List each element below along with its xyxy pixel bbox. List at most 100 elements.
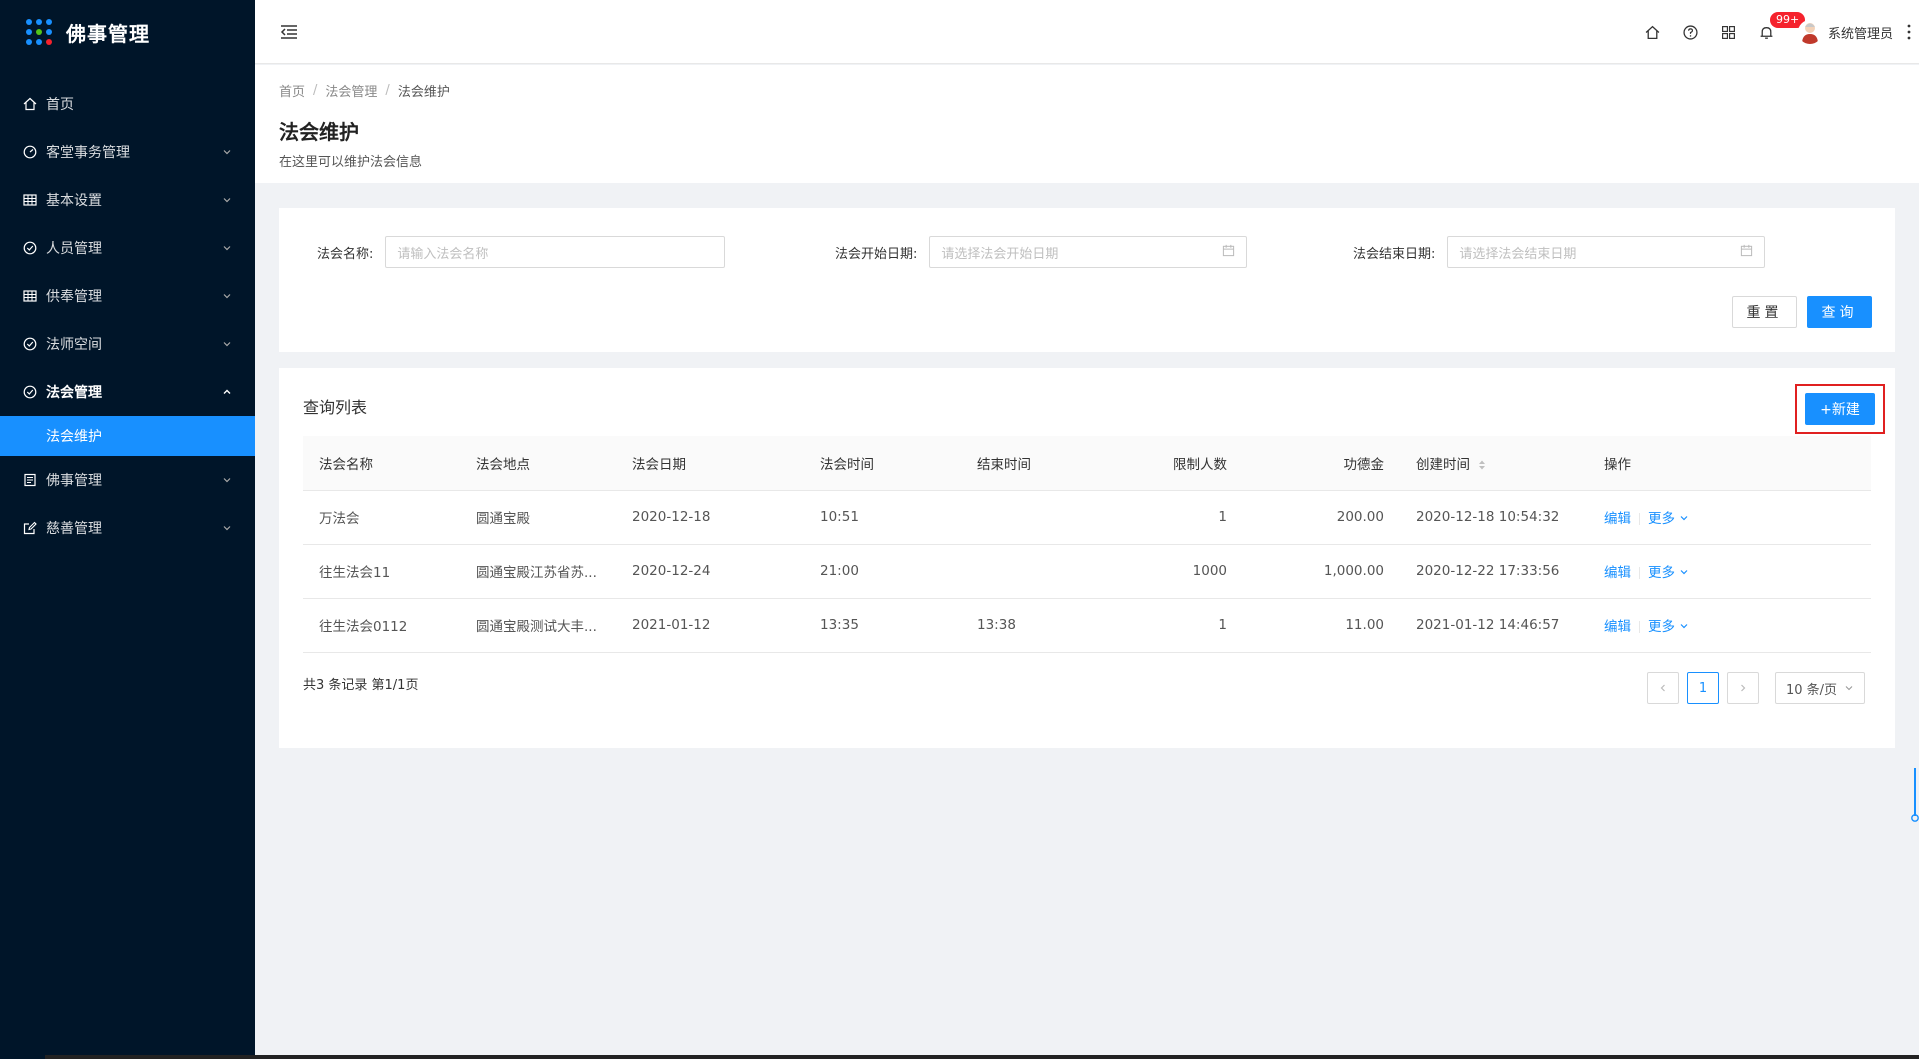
edit-link[interactable]: 编辑 <box>1604 511 1631 527</box>
edit-link[interactable]: 编辑 <box>1604 565 1631 581</box>
sidebar-item-master-space[interactable]: 法师空间 <box>0 320 255 368</box>
sidebar-menu: 首页 客堂事务管理 基本设置 人员管理 供奉管理 法师空间 法会管理 法会维护 … <box>0 80 255 552</box>
cell-actions: 编辑 更多 <box>1588 544 1871 599</box>
bottom-divider <box>45 1055 1919 1059</box>
scrollbar-handle[interactable] <box>1911 768 1919 824</box>
sidebar-item-home[interactable]: 首页 <box>0 80 255 128</box>
sidebar-subitem-maintenance[interactable]: 法会维护 <box>0 416 255 456</box>
page-size-value: 10 条/页 <box>1786 682 1838 698</box>
logo-dot <box>26 19 32 25</box>
chevron-down-icon <box>1680 570 1688 575</box>
end-date-label: 法会结束日期: <box>1353 246 1436 262</box>
sidebar-item-label: 慈善管理 <box>46 521 102 537</box>
logo-dot <box>36 19 42 25</box>
end-date-picker[interactable]: 请选择法会结束日期 <box>1447 236 1766 268</box>
sidebar-item-offering[interactable]: 供奉管理 <box>0 272 255 320</box>
pagination-summary: 共3 条记录 第1/1页 <box>303 678 419 693</box>
search-form: 法会名称: 请输入法会名称 法会开始日期: 请选择法会开始日期 法会结束日期: … <box>279 208 1895 352</box>
chevron-down-icon <box>221 338 233 350</box>
user-menu[interactable]: 系统管理员 <box>1797 20 1893 44</box>
column-header-sortable[interactable]: 创建时间 <box>1400 436 1588 491</box>
end-date-field: 法会结束日期: 请选择法会结束日期 <box>1353 236 1766 268</box>
end-date-placeholder: 请选择法会结束日期 <box>1459 246 1577 262</box>
sidebar-item-reception[interactable]: 客堂事务管理 <box>0 128 255 176</box>
breadcrumb-separator: / <box>313 83 318 98</box>
prev-page-button[interactable] <box>1647 672 1679 704</box>
breadcrumb-home[interactable]: 首页 <box>279 81 305 100</box>
sidebar-item-label: 客堂事务管理 <box>46 145 130 161</box>
home-icon[interactable] <box>1634 0 1672 64</box>
sidebar: 佛事管理 首页 客堂事务管理 基本设置 人员管理 供奉管理 法师空间 法会管理 … <box>0 0 255 1059</box>
page-size-select[interactable]: 10 条/页 <box>1775 672 1865 704</box>
sidebar-item-label: 人员管理 <box>46 241 102 257</box>
new-button-highlight: +新建 <box>1795 384 1885 434</box>
table-icon <box>22 288 38 304</box>
column-header: 法会地点 <box>460 436 616 491</box>
page-number-button[interactable]: 1 <box>1687 672 1719 704</box>
sidebar-item-label: 法会管理 <box>46 385 102 401</box>
chevron-down-icon <box>1680 624 1688 629</box>
name-placeholder: 请输入法会名称 <box>397 246 489 262</box>
breadcrumb-dharma-assembly[interactable]: 法会管理 <box>325 81 377 100</box>
chevron-down-icon <box>221 242 233 254</box>
notification-bell[interactable]: 99+ <box>1748 0 1806 64</box>
sidebar-item-label: 供奉管理 <box>46 289 102 305</box>
logo-dot <box>36 29 42 35</box>
name-input[interactable]: 请输入法会名称 <box>385 236 726 268</box>
sidebar-item-buddhist-affairs[interactable]: 佛事管理 <box>0 456 255 504</box>
name-field: 法会名称: 请输入法会名称 <box>317 236 726 268</box>
sidebar-item-label: 基本设置 <box>46 193 102 209</box>
cell-time: 21:00 <box>804 544 961 599</box>
chevron-down-icon <box>221 290 233 302</box>
help-icon[interactable] <box>1672 0 1710 64</box>
edit-icon <box>22 520 38 536</box>
list-title: 查询列表 <box>303 398 368 417</box>
cell-name: 往生法会0112 <box>303 598 460 653</box>
cell-actions: 编辑 更多 <box>1588 490 1871 545</box>
sidebar-item-personnel[interactable]: 人员管理 <box>0 224 255 272</box>
start-date-picker[interactable]: 请选择法会开始日期 <box>929 236 1248 268</box>
cell-name: 往生法会11 <box>303 544 460 599</box>
cell-merit: 1,000.00 <box>1243 544 1400 599</box>
column-header: 结束时间 <box>961 436 1118 491</box>
query-button[interactable]: 查询 <box>1807 296 1872 328</box>
table-header-row: 法会名称 法会地点 法会日期 法会时间 结束时间 限制人数 功德金 创建时间 操… <box>303 436 1871 491</box>
chevron-down-icon <box>221 194 233 206</box>
page-title: 法会维护 <box>279 120 359 144</box>
check-circle-icon <box>22 240 38 256</box>
breadcrumb: 首页 / 法会管理 / 法会维护 <box>279 81 1895 100</box>
edit-link[interactable]: 编辑 <box>1604 619 1631 635</box>
more-link[interactable]: 更多 <box>1648 619 1689 635</box>
header-actions: 99+ 系统管理员 <box>1634 0 1919 64</box>
cell-place: 圆通宝殿江苏省苏... <box>460 544 616 599</box>
chevron-down-icon <box>1845 686 1853 691</box>
more-vertical-icon[interactable] <box>1899 0 1919 64</box>
more-link[interactable]: 更多 <box>1648 511 1689 527</box>
column-header: 限制人数 <box>1118 436 1243 491</box>
chevron-right-icon <box>1741 684 1746 692</box>
column-header: 功德金 <box>1243 436 1400 491</box>
table-row: 往生法会11 圆通宝殿江苏省苏... 2020-12-24 21:00 1000… <box>303 544 1871 599</box>
pagination: 1 10 条/页 <box>1639 672 1865 704</box>
profile-icon <box>22 472 38 488</box>
start-date-placeholder: 请选择法会开始日期 <box>941 246 1059 262</box>
new-button[interactable]: +新建 <box>1805 393 1875 425</box>
chevron-up-icon <box>221 386 233 398</box>
sidebar-item-basic-settings[interactable]: 基本设置 <box>0 176 255 224</box>
divider <box>1639 567 1640 579</box>
more-label: 更多 <box>1648 565 1675 581</box>
sidebar-item-charity[interactable]: 慈善管理 <box>0 504 255 552</box>
cell-end-time: 13:38 <box>961 598 1118 653</box>
column-header: 法会时间 <box>804 436 961 491</box>
logo[interactable]: 佛事管理 <box>0 0 255 64</box>
check-circle-icon <box>22 336 38 352</box>
sidebar-item-dharma-assembly[interactable]: 法会管理 <box>0 368 255 416</box>
reset-button[interactable]: 重置 <box>1732 296 1797 328</box>
cell-end-time <box>961 544 1118 599</box>
apps-icon[interactable] <box>1710 0 1748 64</box>
list-card: 查询列表 +新建 法会名称 法会地点 法会日期 法会时间 结束时间 限制人数 功… <box>279 368 1895 748</box>
next-page-button[interactable] <box>1727 672 1759 704</box>
menu-fold-icon[interactable] <box>279 22 299 42</box>
more-link[interactable]: 更多 <box>1648 565 1689 581</box>
cell-created: 2021-01-12 14:46:57 <box>1400 598 1588 653</box>
